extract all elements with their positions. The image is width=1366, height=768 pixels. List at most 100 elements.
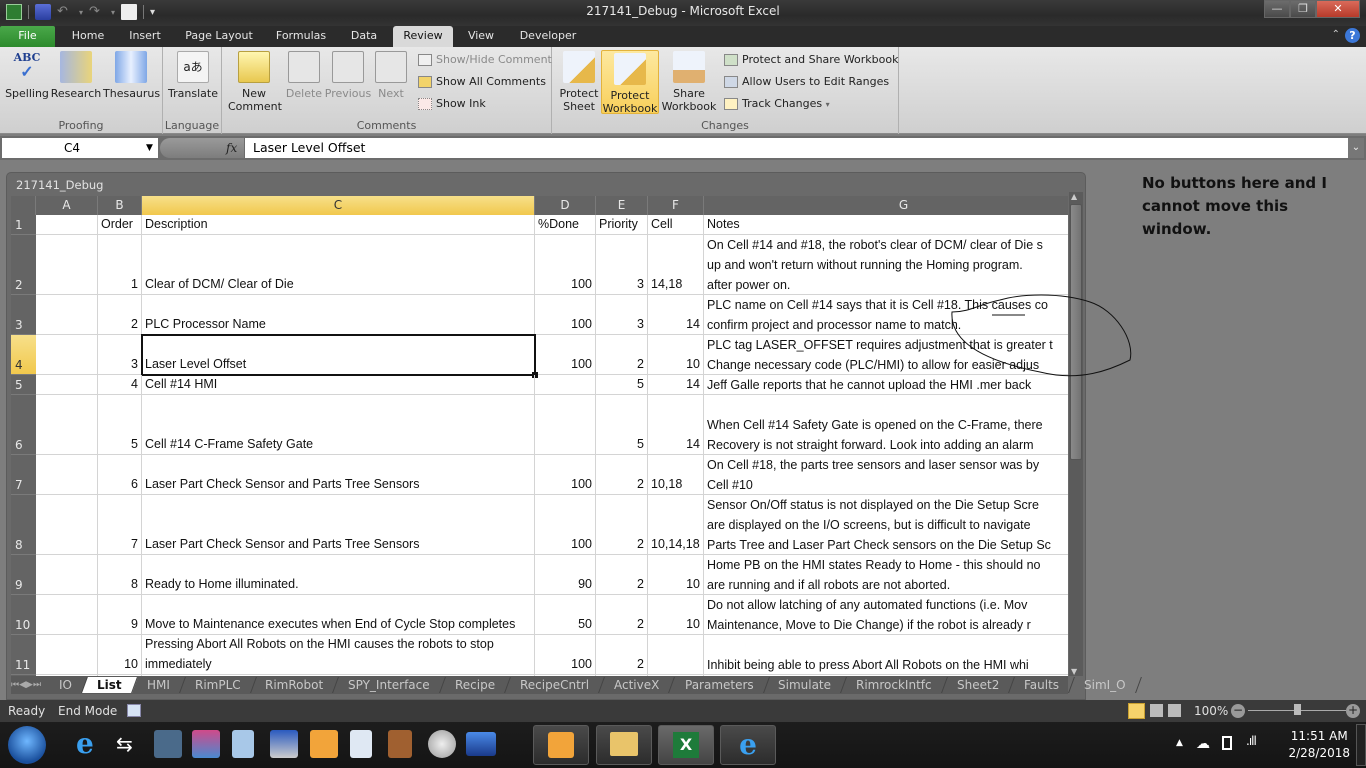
cell-order[interactable]: 10 (98, 635, 142, 675)
cell-cell-number[interactable]: 10,14,18 (648, 495, 704, 555)
tab-insert[interactable]: Insert (120, 26, 170, 47)
sheet-tab-recipe[interactable]: Recipe (440, 677, 512, 693)
previous-comment-button[interactable]: Previous (324, 51, 372, 100)
sheet-tab-rimrockintfc[interactable]: RimrockIntfc (841, 677, 948, 693)
cell-a[interactable] (36, 635, 98, 675)
last-sheet-icon[interactable]: ⏭ (33, 680, 41, 690)
track-changes-button[interactable]: Track Changes ▾ (724, 95, 830, 113)
cell-description[interactable]: Clear of DCM/ Clear of Die (142, 235, 535, 295)
protect-workbook-button[interactable]: Protect Workbook (601, 50, 659, 115)
cell-order[interactable]: 2 (98, 295, 142, 335)
cell-order[interactable]: 7 (98, 495, 142, 555)
sheet-tab-faults[interactable]: Faults (1009, 677, 1076, 693)
column-header-b[interactable]: B (98, 196, 142, 215)
cell-description[interactable]: Laser Part Check Sensor and Parts Tree S… (142, 455, 535, 495)
cell-a1[interactable] (36, 215, 98, 235)
cell-a[interactable] (36, 555, 98, 595)
show-ink-button[interactable]: Show Ink (418, 95, 486, 113)
cell-a[interactable] (36, 455, 98, 495)
cell-notes[interactable]: When Cell #14 Safety Gate is opened on t… (704, 395, 1068, 455)
cell-percent-done[interactable]: 100 (535, 235, 596, 295)
cell-percent-done[interactable]: 50 (535, 595, 596, 635)
cell-description[interactable]: Cell #14 HMI (142, 375, 535, 395)
cell-priority[interactable]: 5 (596, 395, 648, 455)
sheet-tab-simulate[interactable]: Simulate (763, 677, 848, 693)
start-button[interactable] (8, 726, 46, 764)
tab-review[interactable]: Review (393, 26, 453, 47)
taskbar-ie-button[interactable]: e (720, 725, 776, 765)
cell-percent-done[interactable]: 100 (535, 455, 596, 495)
cell-description[interactable]: Move to Maintenance executes when End of… (142, 595, 535, 635)
person-briefcase-icon[interactable] (388, 730, 412, 758)
row-header-2[interactable]: 2 (11, 235, 36, 295)
cell-order[interactable]: 1 (98, 235, 142, 295)
cell-description[interactable]: Pressing Abort All Robots on the HMI cau… (142, 635, 535, 675)
spelling-button[interactable]: ABC ✓ Spelling (4, 51, 50, 100)
help-icon[interactable]: ? (1345, 28, 1360, 43)
cell-notes[interactable]: Do not allow latching of any automated f… (704, 595, 1068, 635)
cell-priority[interactable]: 2 (596, 595, 648, 635)
sheet-tab-rimplc[interactable]: RimPLC (179, 677, 257, 693)
tab-view[interactable]: View (458, 26, 504, 47)
sheet-tab-list[interactable]: List (82, 677, 138, 693)
cell-priority[interactable]: 2 (596, 335, 648, 375)
cell-percent-done[interactable]: 100 (535, 295, 596, 335)
cell-cell-number[interactable]: 10 (648, 595, 704, 635)
cell-cell-number[interactable]: 10 (648, 555, 704, 595)
cell-priority[interactable]: 3 (596, 295, 648, 335)
minimize-button[interactable]: — (1264, 0, 1290, 18)
cell-priority[interactable]: 2 (596, 635, 648, 675)
taskbar-outlook-button[interactable] (533, 725, 589, 765)
column-title-f[interactable]: Cell (648, 215, 704, 235)
column-header-c[interactable]: C (142, 196, 535, 215)
column-title-e[interactable]: Priority (596, 215, 648, 235)
cell-a[interactable] (36, 375, 98, 395)
cell-description[interactable]: Laser Part Check Sensor and Parts Tree S… (142, 495, 535, 555)
new-comment-button[interactable]: New Comment (228, 51, 282, 113)
task-manager-icon[interactable] (154, 730, 182, 758)
zoom-in-icon[interactable]: + (1346, 704, 1360, 718)
taskbar-excel-button[interactable]: X (658, 725, 714, 765)
translate-button[interactable]: aあ Translate (167, 51, 219, 100)
formula-input[interactable]: Laser Level Offset (245, 138, 1348, 158)
row-header-5[interactable]: 5 (11, 375, 36, 395)
cell-percent-done[interactable]: 100 (535, 635, 596, 675)
cell-description[interactable]: Ready to Home illuminated. (142, 555, 535, 595)
vertical-scrollbar[interactable]: ▲ ▼ (1069, 192, 1083, 676)
switch-windows-icon[interactable]: ⇆ (116, 730, 144, 758)
column-header-e[interactable]: E (596, 196, 648, 215)
cell-description[interactable]: PLC Processor Name (142, 295, 535, 335)
tab-data[interactable]: Data (342, 26, 386, 47)
cell-order[interactable]: 8 (98, 555, 142, 595)
cell-cell-number[interactable]: 14 (648, 375, 704, 395)
cell-percent-done[interactable] (535, 395, 596, 455)
calculator-icon[interactable] (232, 730, 254, 758)
desktop-icon[interactable] (466, 732, 496, 756)
cell-cell-number[interactable]: 14,18 (648, 235, 704, 295)
document-icon[interactable] (350, 730, 372, 758)
tab-page-layout[interactable]: Page Layout (180, 26, 258, 47)
outlook-icon[interactable] (310, 730, 338, 758)
sheet-tab-rimrobot[interactable]: RimRobot (250, 677, 340, 693)
cell-percent-done[interactable]: 100 (535, 335, 596, 375)
internet-explorer-icon[interactable]: e (76, 730, 104, 758)
cell-a[interactable] (36, 495, 98, 555)
cell-a[interactable] (36, 295, 98, 335)
row-header-9[interactable]: 9 (11, 555, 36, 595)
cell-order[interactable]: 4 (98, 375, 142, 395)
zoom-out-icon[interactable]: − (1231, 704, 1245, 718)
network-signal-icon[interactable]: .ıll (1246, 734, 1257, 748)
tab-formulas[interactable]: Formulas (268, 26, 334, 47)
macro-record-icon[interactable] (127, 704, 141, 717)
cell-notes[interactable]: Home PB on the HMI states Ready to Home … (704, 555, 1068, 595)
page-layout-view-icon[interactable] (1150, 704, 1163, 717)
insert-function-icon[interactable]: fx (226, 138, 237, 158)
name-box-dropdown-icon[interactable]: ▼ (146, 138, 153, 158)
page-break-view-icon[interactable] (1168, 704, 1181, 717)
cell-notes[interactable]: Sensor On/Off status is not displayed on… (704, 495, 1068, 555)
row-header-1[interactable]: 1 (11, 215, 36, 235)
sheet-tab-spy-interface[interactable]: SPY_Interface (333, 677, 447, 693)
cell-percent-done[interactable]: 90 (535, 555, 596, 595)
row-header-3[interactable]: 3 (11, 295, 36, 335)
cell-notes[interactable]: On Cell #14 and #18, the robot's clear o… (704, 235, 1068, 295)
